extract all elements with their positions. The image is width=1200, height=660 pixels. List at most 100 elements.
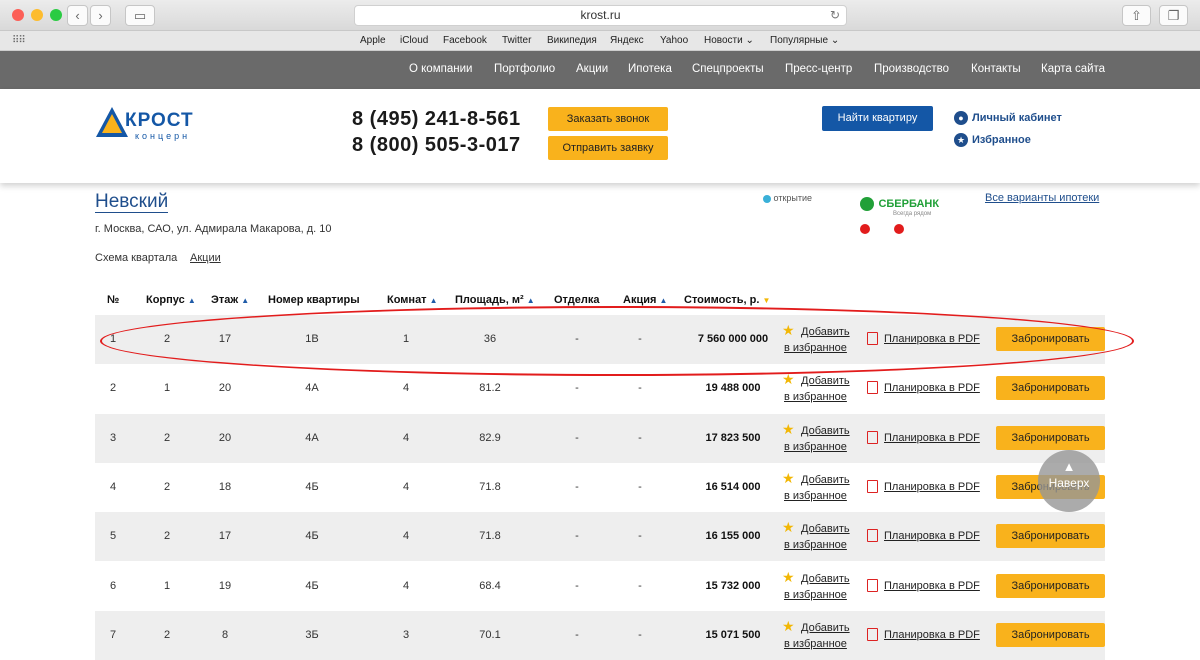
close-window-button[interactable] — [12, 9, 24, 21]
add-to-favorites-link[interactable]: Добавить в избранное — [784, 521, 850, 553]
fav-icloud[interactable]: iCloud — [400, 35, 428, 46]
nav-special[interactable]: Спецпроекты — [692, 63, 764, 75]
table-cell: - — [638, 431, 642, 444]
pdf-plan-link[interactable]: Планировка в PDF — [884, 629, 980, 641]
fav-yahoo[interactable]: Yahoo — [660, 35, 688, 46]
scheme-link[interactable]: Схема квартала — [95, 252, 177, 264]
nav-press[interactable]: Пресс-центр — [785, 63, 852, 75]
phone-1[interactable]: 8 (495) 241-8-561 — [352, 108, 521, 131]
fav-yandex[interactable]: Яндекс — [610, 35, 644, 46]
site-header: КРОСТ концерн 8 (495) 241-8-561 8 (800) … — [0, 89, 1200, 183]
add-to-favorites-link[interactable]: Добавить в избранное — [784, 472, 850, 504]
promo-link[interactable]: Акции — [190, 252, 221, 264]
sidebar-icon[interactable]: ▭ — [125, 5, 155, 26]
phone-2[interactable]: 8 (800) 505-3-017 — [352, 134, 521, 157]
back-button[interactable]: ‹ — [67, 5, 88, 26]
fav-label-2: в избранное — [784, 637, 847, 650]
table-cell: 2 — [163, 628, 171, 641]
add-to-favorites-link[interactable]: Добавить в избранное — [784, 571, 850, 603]
pdf-icon — [867, 578, 878, 592]
scroll-to-top-label: Наверх — [1048, 476, 1090, 490]
nav-production[interactable]: Производство — [874, 63, 949, 75]
table-cell: - — [638, 530, 642, 543]
table-cell: 4 — [402, 530, 410, 543]
pdf-plan-link[interactable]: Планировка в PDF — [884, 580, 980, 592]
project-title: Невский — [95, 191, 169, 213]
table-cell: 71.8 — [479, 480, 501, 493]
fav-wikipedia[interactable]: Википедия — [547, 35, 597, 46]
fav-label-2: в избранное — [784, 539, 847, 552]
fav-apple[interactable]: Apple — [360, 35, 386, 46]
nav-about[interactable]: О компании — [409, 63, 472, 75]
add-to-favorites-link[interactable]: Добавить в избранное — [784, 423, 850, 455]
fav-label-2: в избранное — [784, 440, 847, 453]
table-cell: 20 — [218, 431, 232, 444]
table-cell: 16 155 000 — [705, 530, 761, 543]
tabs-icon[interactable]: ❐ — [1159, 5, 1188, 26]
grid-icon[interactable]: ⠿⠿ — [12, 35, 26, 46]
fav-twitter[interactable]: Twitter — [502, 35, 531, 46]
zoom-window-button[interactable] — [50, 9, 62, 21]
col-price[interactable]: Стоимость, р. ▼ — [684, 294, 770, 306]
forward-button[interactable]: › — [90, 5, 111, 26]
address-text: krost.ru — [580, 8, 621, 22]
col-apartment: Номер квартиры — [268, 294, 360, 306]
pdf-plan-link[interactable]: Планировка в PDF — [884, 382, 980, 394]
request-button[interactable]: Отправить заявку — [548, 136, 668, 160]
reload-icon[interactable]: ↻ — [830, 6, 840, 25]
star-icon: ★ — [954, 133, 968, 147]
logo-sub: концерн — [135, 131, 191, 141]
nav-portfolio[interactable]: Портфолио — [494, 63, 555, 75]
book-button[interactable]: Забронировать — [996, 524, 1105, 549]
address-bar[interactable]: krost.ru ↻ — [354, 5, 847, 26]
cabinet-link[interactable]: Личный кабинет — [972, 112, 1062, 124]
fav-label-1: Добавить — [801, 572, 850, 585]
add-to-favorites-link[interactable]: Добавить в избранное — [784, 620, 850, 652]
share-icon[interactable]: ⇧ — [1122, 5, 1151, 26]
col-building[interactable]: Корпус ▲ — [146, 294, 196, 306]
add-to-favorites-link[interactable]: Добавить в избранное — [784, 373, 850, 405]
book-button[interactable]: Забронировать — [996, 376, 1105, 401]
fav-label-1: Добавить — [801, 473, 850, 486]
col-promo[interactable]: Акция ▲ — [623, 294, 667, 306]
find-apartment-button[interactable]: Найти квартиру — [822, 106, 933, 131]
pdf-plan-link[interactable]: Планировка в PDF — [884, 432, 980, 444]
col-rooms[interactable]: Комнат ▲ — [387, 294, 438, 306]
fav-news[interactable]: Новости ⌄ — [704, 35, 754, 46]
scroll-to-top-button[interactable]: ▲ Наверх — [1038, 450, 1100, 512]
col-building-label: Корпус — [146, 294, 185, 306]
fav-facebook[interactable]: Facebook — [443, 35, 487, 46]
table-cell: 3 — [109, 431, 117, 444]
table-cell: 4 — [109, 480, 117, 493]
nav-promo[interactable]: Акции — [576, 63, 608, 75]
table-cell: - — [575, 480, 579, 493]
table-cell: 2 — [163, 480, 171, 493]
table-row: 5 2 17 4Б 4 71.8- -16 155 000 ★ Добавить в избран… — [95, 512, 1105, 562]
table-cell: 15 071 500 — [705, 628, 761, 641]
nav-contacts[interactable]: Контакты — [971, 63, 1021, 75]
logo-triangle-icon — [96, 107, 128, 137]
book-button[interactable]: Забронировать — [996, 425, 1105, 450]
book-button[interactable]: Забронировать — [996, 622, 1105, 647]
table-cell: - — [575, 431, 579, 444]
pdf-icon — [867, 479, 878, 493]
bank-sberbank-logo[interactable]: СБЕРБАНК Всегда рядом — [860, 195, 939, 239]
call-button[interactable]: Заказать звонок — [548, 107, 668, 131]
col-area[interactable]: Площадь, м² ▲ — [455, 294, 535, 306]
table-cell: 4Б — [305, 480, 319, 493]
col-floor[interactable]: Этаж ▲ — [211, 294, 249, 306]
chevron-down-icon: ⌄ — [745, 35, 754, 46]
nav-mortgage[interactable]: Ипотека — [628, 63, 672, 75]
nav-sitemap[interactable]: Карта сайта — [1041, 63, 1105, 75]
pdf-plan-link[interactable]: Планировка в PDF — [884, 481, 980, 493]
bank-otkritie-logo[interactable]: открытие — [763, 193, 812, 203]
book-button[interactable]: Забронировать — [996, 573, 1105, 598]
table-cell: 4Б — [305, 579, 319, 592]
minimize-window-button[interactable] — [31, 9, 43, 21]
logo[interactable]: КРОСТ концерн — [95, 106, 205, 142]
pdf-plan-link[interactable]: Планировка в PDF — [884, 530, 980, 542]
table-cell: - — [575, 382, 579, 395]
fav-popular[interactable]: Популярные ⌄ — [770, 35, 839, 46]
mortgage-variants-link[interactable]: Все варианты ипотеки — [985, 192, 1099, 204]
favorites-link[interactable]: Избранное — [972, 134, 1031, 146]
